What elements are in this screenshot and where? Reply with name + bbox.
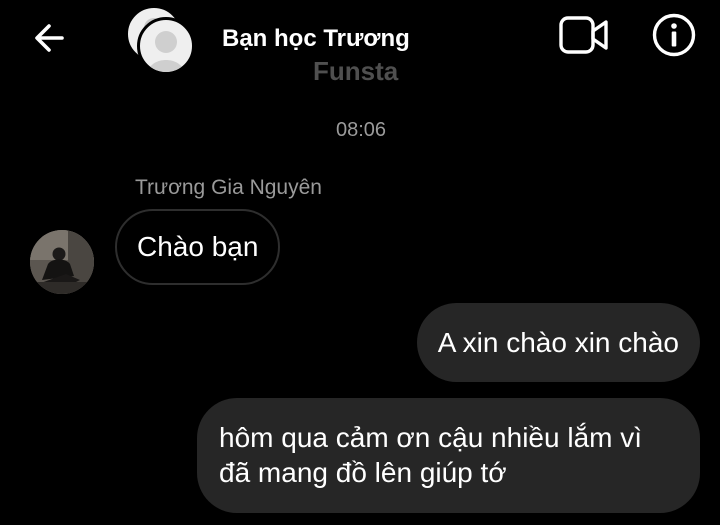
video-camera-icon [559, 16, 608, 54]
info-circle-icon [652, 13, 696, 57]
avatar [137, 17, 195, 75]
info-button[interactable] [651, 12, 697, 58]
message-text: hôm qua cảm ơn cậu nhiều lắm vì đã mang … [219, 422, 643, 488]
video-call-button[interactable] [558, 14, 610, 58]
group-avatar[interactable] [124, 4, 195, 75]
back-button[interactable] [28, 18, 72, 58]
arrow-left-icon [35, 24, 64, 52]
message-bubble-outgoing[interactable]: hôm qua cảm ơn cậu nhiều lắm vì đã mang … [197, 398, 700, 513]
sender-name: Trương Gia Nguyên [135, 176, 322, 199]
chat-subtitle: Funsta [313, 56, 399, 86]
chat-title[interactable]: Bạn học Trương [222, 25, 410, 53]
sender-avatar[interactable] [30, 230, 94, 294]
message-text: A xin chào xin chào [437, 326, 679, 358]
message-text: Chào bạn [137, 231, 259, 262]
message-timestamp: 08:06 [335, 119, 387, 141]
default-user-icon [148, 31, 184, 72]
message-bubble-incoming[interactable]: Chào bạn [115, 209, 281, 285]
message-bubble-outgoing[interactable]: A xin chào xin chào [416, 303, 700, 382]
